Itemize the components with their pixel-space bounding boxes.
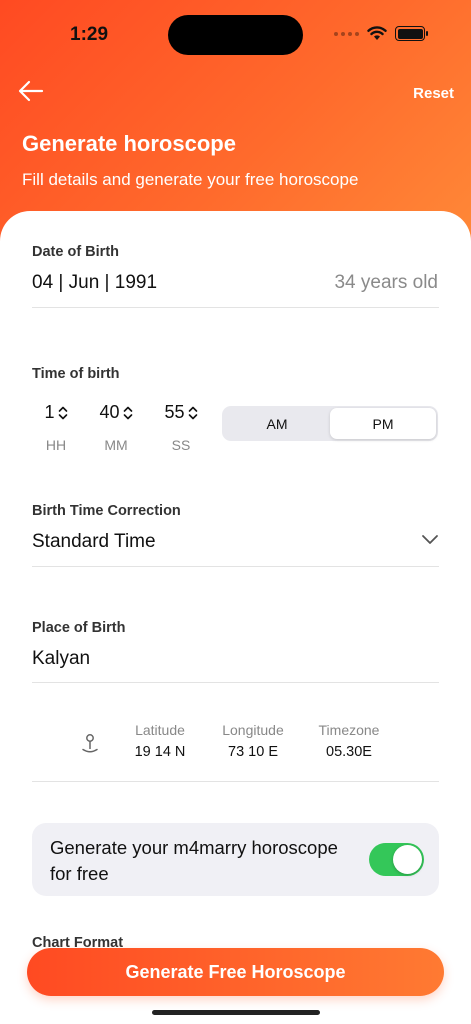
chevron-down-icon[interactable] [421,533,439,545]
page-title: Generate horoscope [22,131,236,156]
second-caption: SS [171,437,191,453]
pm-option[interactable]: PM [330,408,436,439]
switch-knob [393,845,422,874]
tob-label: Time of birth [32,366,120,382]
am-pm-segmented-control: AM PM [222,406,438,441]
page-subtitle: Fill details and generate your free horo… [22,170,359,189]
dob-label: Date of Birth [32,244,119,260]
status-bar: 1:29 [0,0,471,70]
generate-horoscope-button[interactable]: Generate Free Horoscope [27,948,444,996]
battery-icon [395,26,428,41]
place-value[interactable]: Kalyan [32,648,90,670]
home-indicator [152,1010,320,1015]
minute-picker[interactable]: 40 MM [86,402,146,453]
am-option[interactable]: AM [224,408,330,439]
minute-value: 40 [99,402,120,422]
minute-caption: MM [104,437,128,453]
location-pin-icon [82,734,98,753]
second-picker[interactable]: 55 SS [151,402,211,453]
place-label: Place of Birth [32,620,126,636]
divider [32,566,439,567]
latitude-label: Latitude [135,722,185,738]
up-down-icon [58,406,67,419]
divider [32,781,439,782]
latitude-block: Latitude 19 14 N [124,722,196,760]
divider [32,307,439,308]
hour-picker[interactable]: 1 HH [26,402,86,453]
free-horoscope-toggle-card: Generate your m4marry horoscope for free [32,823,439,896]
toggle-text: Generate your m4marry horoscope for free [50,837,338,884]
reset-button[interactable]: Reset [413,85,454,102]
longitude-value: 73 10 E [228,744,278,760]
hour-value: 1 [44,402,55,422]
free-horoscope-switch[interactable] [369,843,424,876]
dynamic-island [168,15,303,55]
latitude-value: 19 14 N [134,744,186,760]
correction-label: Birth Time Correction [32,503,181,519]
second-value: 55 [164,402,185,422]
back-arrow-icon[interactable] [16,78,46,104]
form-card [0,211,471,1024]
hour-caption: HH [45,437,67,453]
correction-value[interactable]: Standard Time [32,531,156,553]
longitude-label: Longitude [222,722,284,738]
timezone-block: Timezone 05.30E [310,722,388,760]
status-time: 1:29 [70,24,109,45]
up-down-icon [123,406,132,419]
longitude-block: Longitude 73 10 E [214,722,292,760]
divider [32,682,439,683]
timezone-label: Timezone [318,722,380,738]
timezone-value: 05.30E [326,744,372,760]
up-down-icon [188,406,197,419]
wifi-icon [367,26,387,40]
age-text: 34 years old [334,272,438,293]
status-icons [334,26,428,41]
signal-icon [334,31,359,36]
dob-value[interactable]: 04 | Jun | 1991 [32,272,157,294]
